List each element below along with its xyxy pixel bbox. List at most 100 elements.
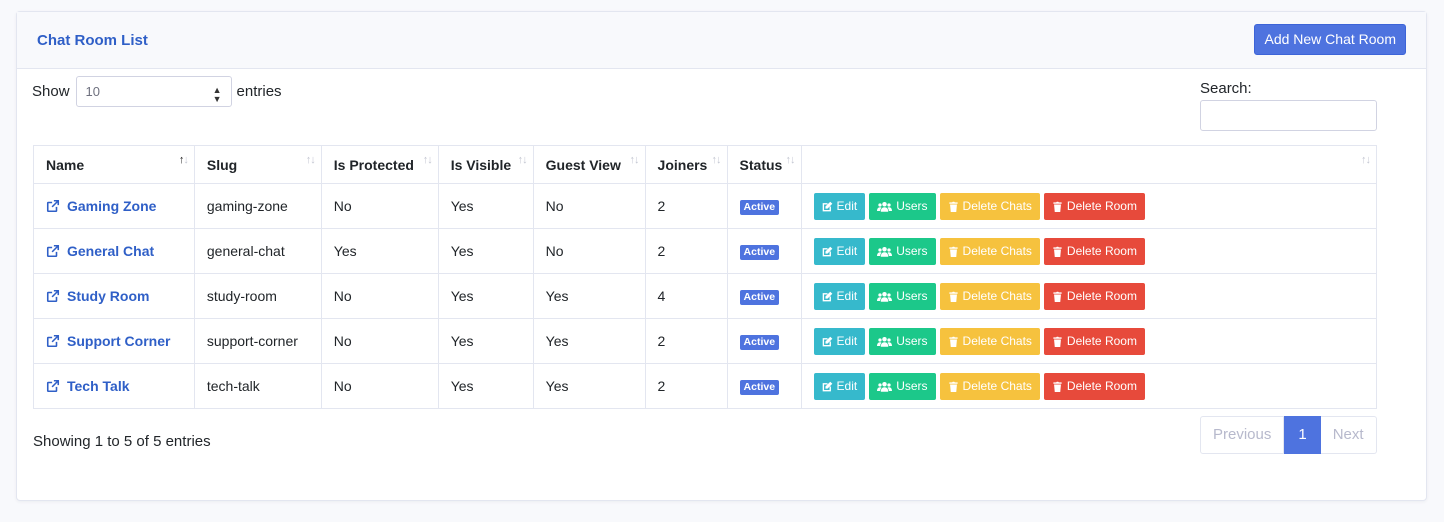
delete-chats-button[interactable]: Delete Chats — [939, 327, 1040, 355]
delete-chats-button[interactable]: Delete Chats — [939, 237, 1040, 265]
status-badge: Active — [739, 380, 780, 395]
table-row: Study Room study-room No Yes Yes 4 Active Edit U… — [33, 273, 1378, 319]
pagination: Previous 1 Next — [1200, 416, 1377, 454]
column-header-1[interactable]: Slug ↑↓ — [193, 145, 322, 184]
room-name: Study Room — [67, 288, 150, 304]
trash-icon — [1053, 201, 1062, 212]
edit-button[interactable]: Edit — [813, 237, 866, 265]
edit-icon — [822, 246, 832, 256]
table-header-row: Name ↑↓ Slug ↑↓ Is Protected ↑↓ Is Visible ↑↓ Gu… — [33, 145, 1378, 184]
room-name: General Chat — [67, 243, 155, 259]
edit-icon — [822, 201, 832, 211]
edit-button[interactable]: Edit — [813, 327, 866, 355]
delete-room-button[interactable]: Delete Room — [1043, 237, 1145, 265]
trash-icon — [948, 246, 958, 257]
users-label: Users — [896, 199, 928, 213]
delete-room-button[interactable]: Delete Room — [1043, 192, 1145, 220]
delete-chats-button[interactable]: Delete Chats — [939, 372, 1040, 400]
column-header-3[interactable]: Is Visible ↑↓ — [437, 145, 534, 184]
delete-chats-button[interactable]: Delete Chats — [939, 282, 1040, 310]
delete-room-button[interactable]: Delete Room — [1043, 282, 1145, 310]
column-header-label: Is Protected — [333, 156, 414, 173]
users-label: Users — [896, 244, 928, 258]
protected-cell: Yes — [320, 228, 439, 274]
chat-room-table: Name ↑↓ Slug ↑↓ Is Protected ↑↓ Is Visible ↑↓ Gu… — [33, 145, 1378, 409]
column-header-label: Guest View — [545, 156, 621, 173]
page-1-button[interactable]: 1 — [1284, 416, 1321, 454]
guest-view-cell: Yes — [532, 273, 646, 319]
visible-cell: Yes — [437, 273, 534, 319]
edit-icon — [822, 291, 832, 301]
edit-label: Edit — [836, 334, 858, 348]
delete-chats-label: Delete Chats — [962, 244, 1032, 258]
search-input[interactable] — [1200, 100, 1377, 131]
delete-room-button[interactable]: Delete Room — [1043, 327, 1145, 355]
delete-room-label: Delete Room — [1066, 244, 1137, 258]
room-link[interactable]: General Chat — [46, 243, 182, 259]
users-button[interactable]: Users — [869, 327, 936, 355]
trash-icon — [948, 381, 958, 392]
users-label: Users — [896, 379, 928, 393]
sort-icon: ↑↓ — [305, 154, 316, 166]
guest-view-cell: No — [532, 183, 646, 229]
sort-icon: ↑↓ — [711, 154, 722, 166]
joiners-cell: 2 — [644, 318, 728, 364]
delete-room-button[interactable]: Delete Room — [1043, 372, 1145, 400]
trash-icon — [948, 201, 958, 212]
add-chat-room-button[interactable]: Add New Chat Room — [1254, 24, 1406, 55]
name-cell: Tech Talk — [33, 363, 195, 409]
previous-page-button[interactable]: Previous — [1200, 416, 1285, 454]
column-header-label: Slug — [206, 156, 238, 173]
room-link[interactable]: Gaming Zone — [46, 198, 182, 214]
column-header-6[interactable]: Status ↑↓ — [726, 145, 802, 184]
search-label: Search: — [1200, 80, 1252, 97]
delete-chats-label: Delete Chats — [962, 289, 1032, 303]
users-button[interactable]: Users — [869, 372, 936, 400]
slug-cell: support-corner — [193, 318, 322, 364]
column-header-4[interactable]: Guest View ↑↓ — [532, 145, 646, 184]
external-link-icon — [46, 334, 60, 348]
status-badge: Active — [739, 290, 780, 305]
table-row: Tech Talk tech-talk No Yes Yes 2 Active Edit Use… — [33, 363, 1378, 409]
delete-chats-label: Delete Chats — [962, 379, 1032, 393]
delete-chats-button[interactable]: Delete Chats — [939, 192, 1040, 220]
table-info: Showing 1 to 5 of 5 entries — [33, 433, 211, 450]
protected-cell: No — [320, 273, 439, 319]
users-icon — [877, 201, 893, 212]
users-icon — [877, 336, 893, 347]
next-page-button[interactable]: Next — [1320, 416, 1377, 454]
room-link[interactable]: Support Corner — [46, 333, 182, 349]
trash-icon — [1053, 381, 1062, 392]
column-header-label: Joiners — [657, 156, 708, 173]
status-badge: Active — [739, 245, 780, 260]
room-name: Support Corner — [67, 333, 171, 349]
column-header-2[interactable]: Is Protected ↑↓ — [320, 145, 439, 184]
edit-button[interactable]: Edit — [813, 372, 866, 400]
users-button[interactable]: Users — [869, 192, 936, 220]
status-cell: Active — [726, 183, 802, 229]
entries-select-value: 10 — [85, 84, 100, 99]
delete-room-label: Delete Room — [1066, 379, 1137, 393]
column-header-7[interactable]: ↑↓ — [800, 145, 1378, 184]
entries-select[interactable]: 10 ▲ ▼ — [75, 76, 232, 107]
edit-label: Edit — [836, 379, 858, 393]
trash-icon — [948, 336, 958, 347]
room-link[interactable]: Tech Talk — [46, 378, 182, 394]
users-button[interactable]: Users — [869, 282, 936, 310]
users-label: Users — [896, 334, 928, 348]
actions-cell: Edit Users Delete Chats Delete Room — [800, 363, 1378, 409]
room-link[interactable]: Study Room — [46, 288, 182, 304]
delete-chats-label: Delete Chats — [962, 334, 1032, 348]
column-header-0[interactable]: Name ↑↓ — [33, 145, 195, 184]
delete-chats-label: Delete Chats — [962, 199, 1032, 213]
column-header-5[interactable]: Joiners ↑↓ — [644, 145, 728, 184]
edit-button[interactable]: Edit — [813, 282, 866, 310]
edit-button[interactable]: Edit — [813, 192, 866, 220]
protected-cell: No — [320, 183, 439, 229]
users-button[interactable]: Users — [869, 237, 936, 265]
users-label: Users — [896, 289, 928, 303]
status-cell: Active — [726, 363, 802, 409]
slug-cell: general-chat — [193, 228, 322, 274]
joiners-cell: 4 — [644, 273, 728, 319]
show-label: Show — [32, 83, 70, 100]
